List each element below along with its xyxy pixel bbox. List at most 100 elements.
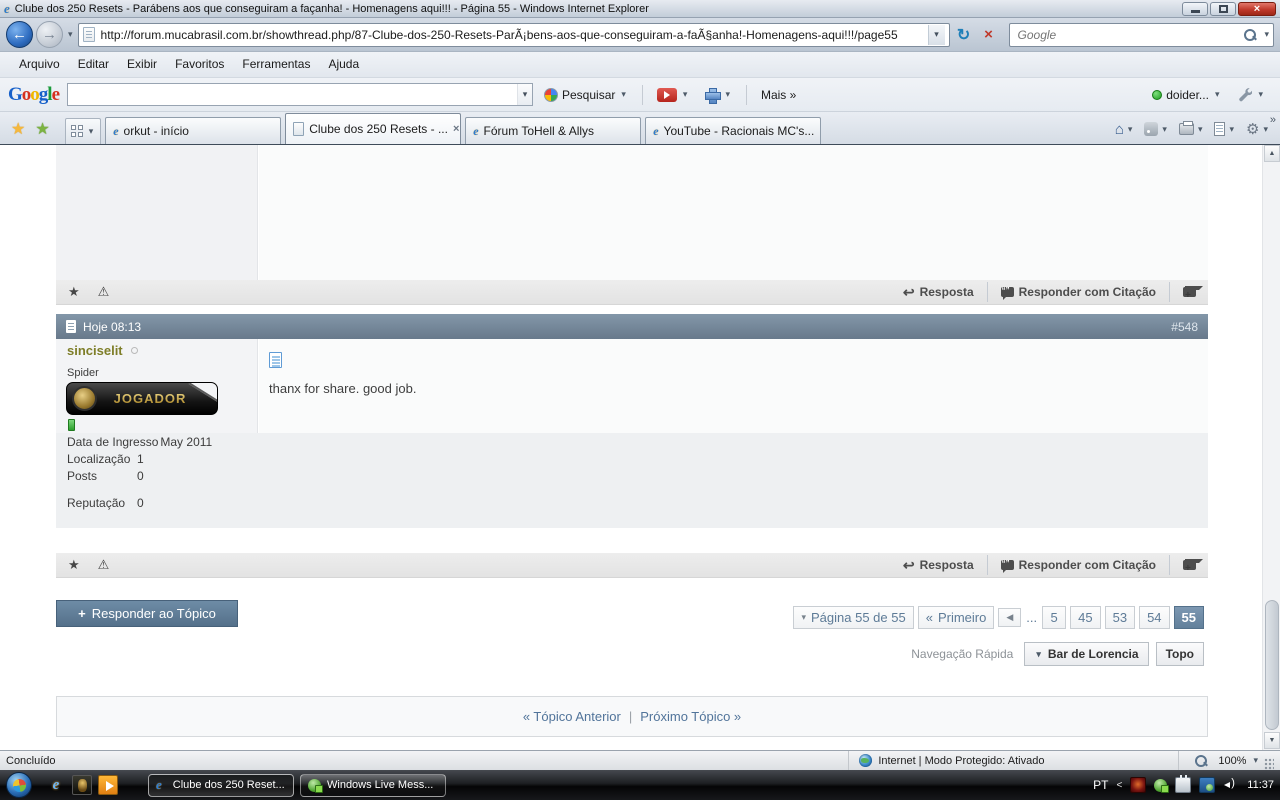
tray-volume-icon[interactable] [1223,777,1239,793]
back-button[interactable]: ← [6,21,33,48]
address-bar[interactable]: http://forum.mucabrasil.com.br/showthrea… [78,23,950,47]
tray-power-icon[interactable] [1175,777,1191,793]
page-53-button[interactable]: 53 [1105,606,1135,629]
top-button[interactable]: Topo [1156,642,1204,666]
zoom-dropdown-icon[interactable]: ▾ [1251,755,1260,766]
rate-post-icon[interactable]: ★ [68,557,80,573]
page-dropdown-icon[interactable]: ▾ [1227,124,1236,135]
history-dropdown-icon[interactable]: ▾ [66,29,75,40]
reply-with-quote-link[interactable]: Responder com Citação [1001,558,1156,572]
toolbar-overflow-icon[interactable]: » [1270,114,1276,126]
tray-messenger-icon[interactable] [1154,779,1167,792]
account-dropdown-icon[interactable]: ▾ [1213,89,1222,100]
quick-tabs-button[interactable]: ▾ [65,118,102,144]
google-search-dropdown-icon[interactable]: ▾ [517,84,532,105]
forward-button[interactable]: → [36,21,63,48]
scroll-up-button[interactable]: ▲ [1264,145,1280,162]
favorites-button[interactable]: ★ [6,119,30,144]
menu-favoritos[interactable]: Favoritos [166,52,233,77]
page-54-button[interactable]: 54 [1139,606,1169,629]
tab-youtube[interactable]: e YouTube - Racionais MC's... [645,117,821,144]
tray-game-icon[interactable] [1130,777,1146,793]
reply-to-topic-button[interactable]: + Responder ao Tópico [56,600,238,627]
account-button[interactable]: doider... ▾ [1147,85,1226,105]
tab-clube-250-resets[interactable]: Clube dos 250 Resets - ... × [285,113,461,144]
language-indicator[interactable]: PT [1093,778,1108,792]
search-icon[interactable] [1244,29,1256,41]
youtube-button[interactable]: ▾ [652,85,695,105]
print-button[interactable]: ▾ [1175,121,1209,137]
search-input[interactable] [1018,28,1239,42]
home-dropdown-icon[interactable]: ▾ [1126,124,1135,135]
clock[interactable]: 11:37 [1247,779,1274,791]
search-box[interactable]: ▾ [1009,23,1274,47]
restore-button[interactable] [1210,2,1236,16]
feeds-dropdown-icon[interactable]: ▾ [1160,124,1169,135]
feeds-button[interactable]: ▾ [1140,120,1173,138]
google-search-input[interactable] [68,88,517,102]
zoom-control[interactable]: 100% ▾ [1178,751,1264,770]
menu-arquivo[interactable]: Arquivo [10,52,69,77]
multiquote-button[interactable] [1183,560,1196,570]
vertical-scrollbar[interactable]: ▲ ▼ [1262,145,1280,750]
address-dropdown-icon[interactable]: ▾ [928,25,945,45]
pesquisar-button[interactable]: Pesquisar ▾ [539,85,633,105]
minimize-button[interactable] [1182,2,1208,16]
page-55-current[interactable]: 55 [1174,606,1204,629]
stop-button[interactable]: × [978,23,1000,47]
reply-with-quote-link[interactable]: Responder com Citação [1001,285,1156,299]
add-gadget-button[interactable]: ▾ [700,85,737,105]
tab-orkut[interactable]: e orkut - início [105,117,281,144]
page-menu-button[interactable]: ▾ [1210,120,1240,138]
toolbar-settings-dropdown-icon[interactable]: ▾ [1256,89,1265,100]
username-link[interactable]: sinciselit [67,343,138,358]
report-post-icon[interactable]: ⚠ [98,284,110,300]
search-dropdown-icon[interactable]: ▾ [1262,29,1271,40]
tools-dropdown-icon[interactable]: ▾ [1261,124,1270,135]
url-text[interactable]: http://forum.mucabrasil.com.br/showthrea… [101,28,928,42]
reply-link[interactable]: ↩Resposta [903,557,974,574]
home-button[interactable]: ⌂▾ [1111,119,1139,140]
tab-forum-tohell[interactable]: e Fórum ToHell & Allys [465,117,641,144]
scroll-down-button[interactable]: ▼ [1264,732,1280,749]
rate-post-icon[interactable]: ★ [68,284,80,300]
close-tab-icon[interactable]: × [453,123,459,135]
reply-link[interactable]: ↩Resposta [903,284,974,301]
toolbar-settings-button[interactable]: ▾ [1232,84,1270,105]
start-button[interactable] [6,772,32,798]
report-post-icon[interactable]: ⚠ [98,557,110,573]
menu-exibir[interactable]: Exibir [118,52,166,77]
add-gadget-dropdown-icon[interactable]: ▾ [723,89,732,100]
page-45-button[interactable]: 45 [1070,606,1100,629]
quick-launch-ie-icon[interactable]: e [46,775,66,795]
mais-button[interactable]: Mais » [756,85,801,105]
stat-value: 0 [137,469,144,483]
close-button[interactable]: × [1238,2,1276,16]
menu-editar[interactable]: Editar [69,52,118,77]
tray-expand-icon[interactable]: < [1116,780,1122,791]
taskbar-button-messenger[interactable]: Windows Live Mess... [300,774,446,797]
previous-topic-link[interactable]: « Tópico Anterior [523,709,621,724]
menu-ajuda[interactable]: Ajuda [319,52,368,77]
quick-launch-media-icon[interactable] [98,775,118,795]
forum-jump-dropdown[interactable]: ▾Bar de Lorencia [1024,642,1148,666]
post-number-link[interactable]: #548 [1171,320,1198,334]
scrollbar-thumb[interactable] [1265,600,1279,730]
first-page-button[interactable]: «Primeiro [918,606,995,629]
print-dropdown-icon[interactable]: ▾ [1196,124,1205,135]
menu-ferramentas[interactable]: Ferramentas [233,52,319,77]
tray-network-icon[interactable] [1199,777,1215,793]
multiquote-button[interactable] [1183,287,1196,297]
refresh-button[interactable]: ↻ [953,23,975,47]
prev-page-button[interactable]: ◀ [998,608,1021,627]
quick-tabs-dropdown-icon[interactable]: ▾ [87,126,96,137]
pesquisar-dropdown-icon[interactable]: ▾ [619,89,628,100]
next-topic-link[interactable]: Próximo Tópico » [640,709,741,724]
page-5-button[interactable]: 5 [1042,606,1066,629]
taskbar-button-ie[interactable]: e Clube dos 250 Reset... [148,774,294,797]
quick-launch-game-icon[interactable] [72,775,92,795]
youtube-dropdown-icon[interactable]: ▾ [681,89,690,100]
page-select-dropdown[interactable]: ▾Página 55 de 55 [793,606,913,629]
add-favorite-button[interactable]: ★ [30,119,54,144]
google-search-box[interactable]: ▾ [67,83,533,106]
